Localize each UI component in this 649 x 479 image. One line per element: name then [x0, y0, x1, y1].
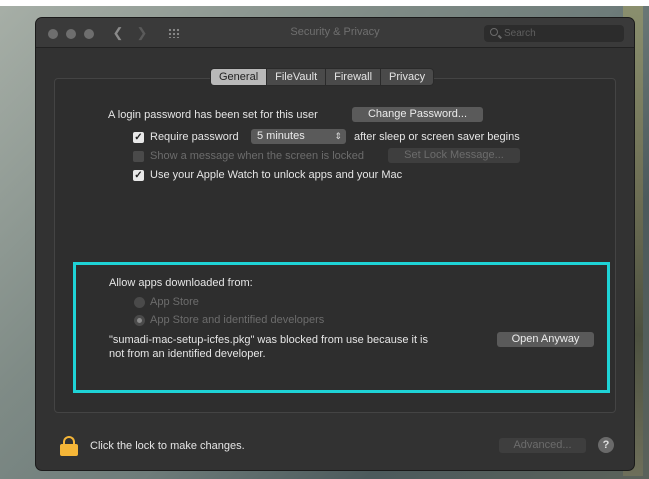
- set-lock-message-button[interactable]: Set Lock Message...: [388, 148, 520, 163]
- login-password-text: A login password has been set for this u…: [108, 109, 318, 121]
- apple-watch-label: Use your Apple Watch to unlock apps and …: [150, 169, 403, 181]
- title-bar: ❮ ❯ Security & Privacy Search: [36, 18, 634, 48]
- require-password-suffix: after sleep or screen saver begins: [354, 131, 520, 143]
- search-input[interactable]: Search: [484, 25, 624, 42]
- blocked-message-line1: "sumadi-mac-setup-icfes.pkg" was blocked…: [109, 334, 428, 346]
- blocked-message-line2: not from an identified developer.: [109, 348, 266, 360]
- show-message-checkbox[interactable]: [133, 151, 144, 162]
- tab-firewall[interactable]: Firewall: [326, 69, 382, 85]
- show-message-label: Show a message when the screen is locked: [150, 150, 365, 162]
- tab-privacy[interactable]: Privacy: [381, 69, 433, 85]
- radio-app-store[interactable]: [134, 297, 145, 308]
- open-anyway-button[interactable]: Open Anyway: [497, 332, 594, 347]
- security-privacy-window: ❮ ❯ Security & Privacy Search General Fi…: [36, 18, 634, 470]
- apple-watch-checkbox[interactable]: ✓: [133, 170, 144, 181]
- require-password-checkbox[interactable]: ✓: [133, 132, 144, 143]
- radio-app-store-identified[interactable]: [134, 315, 145, 326]
- require-password-select[interactable]: 5 minutes ⇕: [251, 129, 346, 144]
- allow-apps-heading: Allow apps downloaded from:: [109, 277, 253, 289]
- require-password-value: 5 minutes: [257, 130, 305, 142]
- change-password-button[interactable]: Change Password...: [352, 107, 483, 122]
- checkmark-icon: ✓: [134, 170, 143, 181]
- tab-general[interactable]: General: [211, 69, 268, 85]
- chevron-updown-icon: ⇕: [334, 131, 342, 141]
- lock-text: Click the lock to make changes.: [90, 440, 245, 452]
- require-password-label: Require password: [150, 131, 239, 143]
- tab-filevault[interactable]: FileVault: [267, 69, 327, 85]
- advanced-button[interactable]: Advanced...: [499, 438, 586, 453]
- help-icon[interactable]: ?: [598, 437, 614, 453]
- search-icon: [490, 28, 498, 36]
- lock-body: [60, 444, 78, 456]
- radio-app-store-label: App Store: [150, 296, 199, 308]
- tab-bar: General FileVault Firewall Privacy: [210, 68, 435, 86]
- lock-icon[interactable]: [60, 436, 78, 456]
- radio-app-store-identified-label: App Store and identified developers: [150, 314, 325, 326]
- checkmark-icon: ✓: [134, 132, 143, 143]
- search-placeholder: Search: [504, 28, 536, 39]
